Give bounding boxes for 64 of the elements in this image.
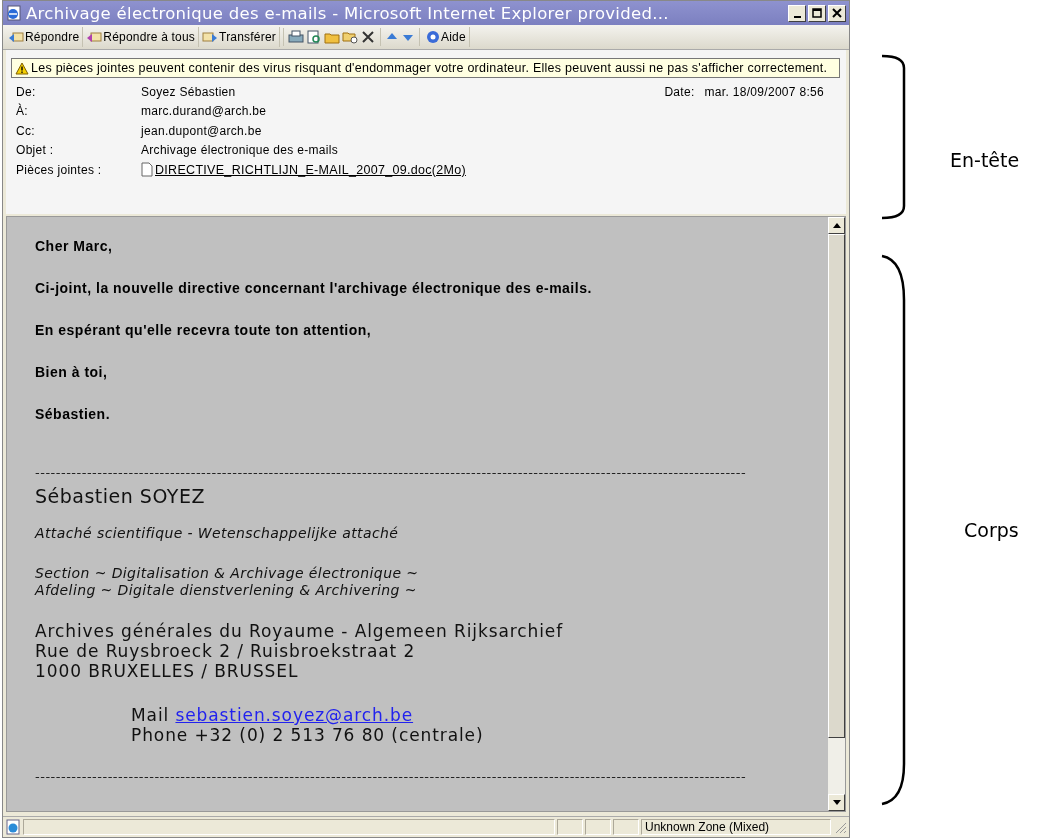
forward-button[interactable]: Transférer [199,27,280,47]
signature-address: Rue de Ruysbroeck 2 / Ruisbroekstraat 2 [35,641,417,661]
annotation-label: Corps [964,519,1019,541]
minimize-icon [793,16,801,18]
body-paragraph: Sébastien. [35,407,112,422]
zone-status: Unknown Zone (Mixed) [641,819,831,835]
mail-label: Mail [131,705,170,725]
status-pane [613,819,639,835]
vertical-scrollbar[interactable] [828,217,845,811]
status-pane [557,819,583,835]
print-icon[interactable] [286,28,305,46]
signature-role: Attaché scientifique - Wetenschappelijke attaché [35,525,400,541]
dashed-separator: ----------------------------------------------------------------------------------------------------------------------------------------- [35,771,748,783]
email-link[interactable]: sebastien.soyez@arch.be [175,705,414,725]
preview-icon[interactable] [304,28,323,46]
maximize-icon [812,8,822,18]
window-title: Archivage électronique des e-mails - Microsoft Internet Explorer provided... [26,3,670,23]
field-value: marc.durand@arch.be [141,104,267,119]
date-label: Date: [664,84,695,99]
close-icon [832,8,842,18]
signature-section: Afdeling ~ Digitale dienstverlening & Archivering ~ [35,582,828,599]
annotation-label: En-tête [950,149,1020,171]
page-icon [5,819,21,835]
minimize-button[interactable] [788,4,806,22]
status-pane [585,819,611,835]
reply-button[interactable]: Répondre [5,27,84,47]
field-label: De: [16,84,37,99]
body-paragraph: Cher Marc, [35,239,114,254]
signature-address: 1000 BRUXELLES / BRUSSEL [35,661,300,681]
body-paragraph: Ci-joint, la nouvelle directive concernant l'archivage électronique des e-mails. [35,281,593,296]
dashed-separator: ----------------------------------------------------------------------------------------------------------------------------------------- [35,467,748,479]
signature-address: Archives générales du Royaume - Algemeen Rijksarchief [35,621,565,641]
maximize-button[interactable] [808,4,826,22]
scroll-up-button[interactable] [828,217,845,234]
attachment-link[interactable]: DIRECTIVE_RICHTLIJN_E-MAIL_2007_09.doc(2Mo) [155,162,466,177]
signature-name: Sébastien SOYEZ [35,485,206,507]
down-triangle-icon [832,800,841,805]
warning-icon [15,61,29,75]
body-paragraph: Bien à toi, [35,365,109,380]
field-label: Pièces jointes : [16,162,103,177]
field-value: Soyez Sébastien [141,84,236,99]
field-value: jean.dupont@arch.be [141,123,262,138]
up-triangle-icon [832,223,841,228]
close-button[interactable] [828,4,846,22]
help-icon [425,30,440,44]
field-label: Objet : [16,143,55,158]
warning-text: Les pièces jointes peuvent contenir des virus risquant d'endommager votre ordinateur. Elles peuvent aussi ne pas s'afficher correctement. [31,61,828,75]
reply-all-button[interactable]: Répondre à tous [83,27,200,47]
document-icon [141,162,153,178]
signature-section: Section ~ Digitalisation & Archivage électronique ~ [35,565,828,582]
scroll-thumb[interactable] [828,234,845,738]
body-paragraph: En espérant qu'elle recevra toute ton attention, [35,323,373,338]
date-value: mar. 18/09/2007 8:56 [704,84,824,99]
field-label: À: [16,104,29,119]
envelope-arrow-icon [202,30,219,44]
envelope-arrow-icon [8,30,24,44]
signature-phone: Phone +32 (0) 2 513 76 80 (centrale) [131,725,485,745]
envelope-arrow-icon [86,30,103,44]
resize-grip-icon[interactable] [833,820,847,834]
help-button[interactable]: Aide [422,27,470,47]
field-value: Archivage électronique des e-mails [141,143,338,158]
scroll-down-button[interactable] [828,794,845,811]
browser-page-icon [6,5,22,21]
field-label: Cc: [16,123,36,138]
